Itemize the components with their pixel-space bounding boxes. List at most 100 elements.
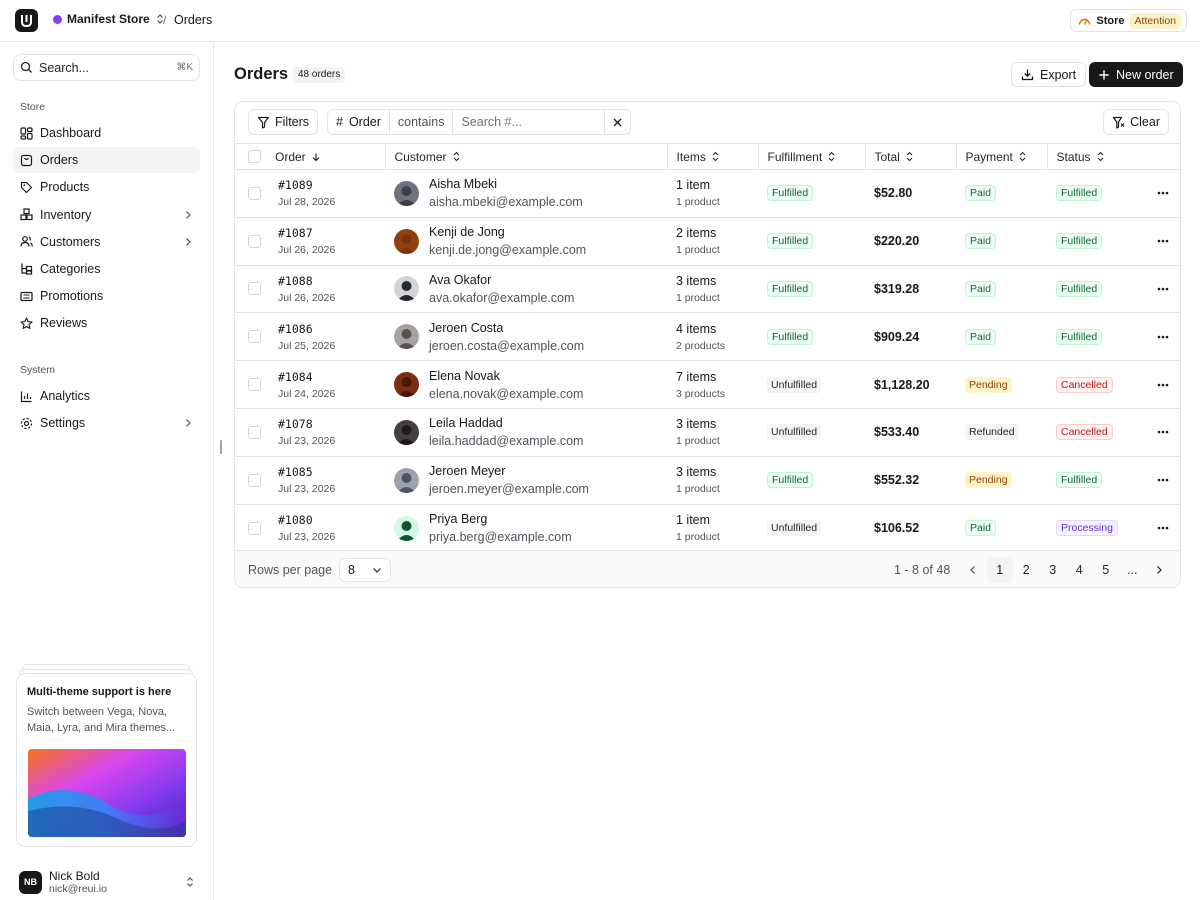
page-button[interactable]: 4 bbox=[1066, 557, 1093, 583]
row-checkbox[interactable] bbox=[248, 282, 261, 296]
filters-button[interactable]: Filters bbox=[248, 109, 319, 135]
row-checkbox[interactable] bbox=[248, 473, 261, 487]
sidebar-item-promotions[interactable]: Promotions bbox=[13, 283, 200, 309]
sidebar-item-categories[interactable]: Categories bbox=[13, 256, 200, 282]
filter-value-input[interactable]: Search #... bbox=[453, 110, 605, 134]
promo-card[interactable]: Multi-theme support is here Switch betwe… bbox=[16, 673, 197, 847]
order-cell: #1089 Jul 28, 2026 bbox=[235, 169, 385, 218]
table-row[interactable]: #1087 Jul 26, 2026 Kenji de Jong kenji.d… bbox=[235, 217, 1180, 266]
row-actions-button[interactable] bbox=[1144, 191, 1180, 195]
sidebar-item-label: Inventory bbox=[40, 207, 92, 222]
table-row[interactable]: #1080 Jul 23, 2026 Priya Berg priya.berg… bbox=[235, 504, 1180, 552]
row-checkbox[interactable] bbox=[248, 186, 261, 200]
payment-cell: Paid bbox=[956, 169, 1047, 218]
prev-page-button[interactable] bbox=[960, 557, 987, 583]
row-actions-button[interactable] bbox=[1144, 287, 1180, 291]
chevron-down-icon bbox=[372, 565, 382, 575]
select-all-checkbox[interactable] bbox=[248, 150, 261, 163]
clear-filters-button[interactable]: Clear bbox=[1103, 109, 1169, 135]
customer-email: jeroen.meyer@example.com bbox=[429, 482, 589, 497]
table-row[interactable]: #1085 Jul 23, 2026 Jeroen Meyer jeroen.m… bbox=[235, 456, 1180, 505]
fulfillment-badge: Fulfilled bbox=[767, 185, 814, 202]
user-avatar: NB bbox=[19, 870, 42, 894]
order-id[interactable]: #1085 bbox=[278, 465, 335, 479]
column-header-status[interactable]: Status bbox=[1046, 143, 1135, 170]
sidebar-item-products[interactable]: Products bbox=[13, 174, 200, 200]
order-id[interactable]: #1078 bbox=[278, 417, 335, 431]
store-nav: Dashboard Orders Products Inventory Cust… bbox=[13, 120, 200, 338]
page-button[interactable]: 1 bbox=[986, 557, 1013, 583]
sidebar-item-settings[interactable]: Settings bbox=[13, 410, 200, 436]
order-id[interactable]: #1088 bbox=[278, 274, 335, 288]
row-actions-button[interactable] bbox=[1144, 239, 1180, 243]
table-row[interactable]: #1086 Jul 25, 2026 Jeroen Costa jeroen.c… bbox=[235, 312, 1180, 362]
gauge-icon bbox=[1079, 18, 1091, 25]
column-header-order[interactable]: Order bbox=[235, 143, 385, 170]
sidebar-item-label: Products bbox=[40, 180, 90, 195]
column-header-customer[interactable]: Customer bbox=[384, 143, 667, 170]
new-order-button[interactable]: New order bbox=[1089, 62, 1183, 87]
user-menu[interactable]: NB Nick Bold nick@reui.io bbox=[19, 867, 195, 897]
order-date: Jul 24, 2026 bbox=[278, 387, 336, 400]
promo-title: Multi-theme support is here bbox=[27, 686, 172, 698]
order-id[interactable]: #1086 bbox=[278, 322, 335, 336]
table-footer: Rows per page 8 1 - 8 of 48 1 2 3 4 5... bbox=[235, 550, 1180, 587]
order-id[interactable]: #1084 bbox=[278, 370, 335, 384]
fulfillment-badge: Unfulfilled bbox=[767, 376, 822, 393]
actions-cell bbox=[1135, 360, 1180, 409]
store-switcher[interactable]: Manifest Store bbox=[53, 12, 165, 26]
table-row[interactable]: #1078 Jul 23, 2026 Leila Haddad leila.ha… bbox=[235, 408, 1180, 457]
customer-avatar bbox=[394, 180, 419, 206]
payment-badge: Paid bbox=[965, 520, 997, 537]
remove-filter-button[interactable] bbox=[605, 110, 630, 134]
row-actions-button[interactable] bbox=[1144, 526, 1180, 530]
rows-per-page-select[interactable]: 8 bbox=[339, 558, 391, 582]
filter-field-select[interactable]: # Order bbox=[328, 110, 390, 134]
sidebar-item-orders[interactable]: Orders bbox=[13, 147, 200, 174]
store-status-button[interactable]: Store Attention bbox=[1070, 9, 1187, 32]
page-button[interactable]: 3 bbox=[1040, 557, 1067, 583]
sidebar-item-reviews[interactable]: Reviews bbox=[13, 310, 200, 336]
table-row[interactable]: #1089 Jul 28, 2026 Aisha Mbeki aisha.mbe… bbox=[235, 169, 1180, 218]
customer-cell: Kenji de Jong kenji.de.jong@example.com bbox=[385, 217, 667, 266]
row-checkbox[interactable] bbox=[248, 425, 261, 439]
page-button[interactable]: 2 bbox=[1013, 557, 1040, 583]
column-header-payment[interactable]: Payment bbox=[955, 143, 1047, 170]
order-id[interactable]: #1080 bbox=[278, 513, 335, 527]
page-button[interactable]: 5 bbox=[1093, 557, 1120, 583]
sidebar-search[interactable]: Search... ⌘K bbox=[13, 54, 200, 81]
sidebar-item-customers[interactable]: Customers bbox=[13, 229, 200, 255]
row-actions-button[interactable] bbox=[1144, 430, 1180, 434]
row-checkbox[interactable] bbox=[248, 330, 261, 344]
status-cell: Fulfilled bbox=[1047, 312, 1135, 362]
actions-cell bbox=[1135, 456, 1180, 505]
status-badge: Cancelled bbox=[1056, 424, 1113, 441]
row-actions-button[interactable] bbox=[1144, 383, 1180, 387]
row-checkbox[interactable] bbox=[248, 378, 261, 392]
row-checkbox[interactable] bbox=[248, 234, 261, 248]
row-actions-button[interactable] bbox=[1144, 335, 1180, 339]
row-actions-button[interactable] bbox=[1144, 478, 1180, 482]
sidebar-item-analytics[interactable]: Analytics bbox=[13, 383, 200, 409]
row-checkbox[interactable] bbox=[248, 521, 261, 535]
export-button[interactable]: Export bbox=[1011, 62, 1087, 87]
table-row[interactable]: #1084 Jul 24, 2026 Elena Novak elena.nov… bbox=[235, 360, 1180, 409]
column-header-items[interactable]: Items bbox=[666, 143, 758, 170]
sidebar-resize-handle[interactable] bbox=[220, 440, 222, 454]
sidebar-item-dashboard[interactable]: Dashboard bbox=[13, 120, 200, 146]
app-logo[interactable] bbox=[15, 9, 38, 32]
order-id[interactable]: #1087 bbox=[278, 226, 335, 240]
table-row[interactable]: #1088 Jul 26, 2026 Ava Okafor ava.okafor… bbox=[235, 265, 1180, 314]
fulfillment-cell: Unfulfilled bbox=[758, 504, 865, 552]
order-cell: #1085 Jul 23, 2026 bbox=[235, 456, 385, 505]
filter-operator-select[interactable]: contains bbox=[390, 110, 454, 134]
status-badge: Cancelled bbox=[1056, 376, 1113, 393]
column-header-total[interactable]: Total bbox=[864, 143, 956, 170]
next-page-button[interactable] bbox=[1146, 557, 1173, 583]
pagination-ellipsis[interactable]: ... bbox=[1119, 557, 1146, 583]
sidebar-item-inventory[interactable]: Inventory bbox=[13, 202, 200, 228]
column-header-fulfillment[interactable]: Fulfillment bbox=[757, 143, 865, 170]
order-id[interactable]: #1089 bbox=[278, 178, 335, 192]
attention-badge: Attention bbox=[1129, 12, 1181, 29]
total-cell: $533.40 bbox=[865, 408, 956, 457]
